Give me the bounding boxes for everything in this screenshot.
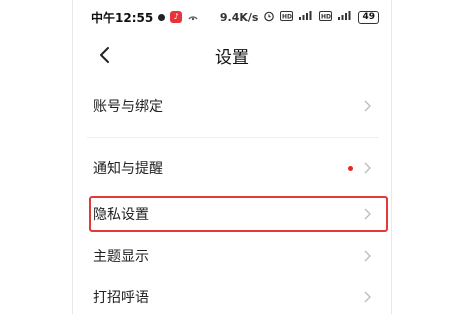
svg-text:HD: HD (282, 14, 292, 21)
hd-icon: HD (280, 10, 294, 24)
status-bar-right: 9.4K/s HD HD 49 (220, 10, 379, 25)
settings-item-account-binding[interactable]: 账号与绑定 (87, 90, 379, 122)
status-bar-left: 中午12:55 ♪ (91, 9, 199, 26)
chevron-right-icon (361, 162, 373, 174)
settings-item-label: 通知与提醒 (93, 161, 163, 177)
chevron-right-icon (361, 100, 373, 112)
divider (87, 137, 379, 138)
phone-screen: 中午12:55 ♪ 9.4K/s HD HD 49 设置 账号与绑定 通知与提醒… (72, 0, 392, 314)
settings-item-label: 账号与绑定 (93, 99, 163, 115)
chevron-right-icon (361, 208, 373, 220)
hd-icon-2: HD (319, 10, 333, 24)
settings-item-privacy[interactable]: 隐私设置 (87, 198, 379, 230)
status-time: 中午12:55 (91, 10, 154, 25)
chevron-right-icon (361, 291, 373, 303)
settings-item-label: 主题显示 (93, 249, 149, 265)
settings-item-label: 隐私设置 (93, 207, 149, 223)
settings-item-label: 打招呼语 (93, 290, 149, 306)
app-notification-icon: ♪ (170, 11, 183, 23)
svg-text:HD: HD (321, 14, 331, 21)
chevron-right-icon (361, 250, 373, 262)
back-button[interactable] (93, 44, 115, 66)
signal-icon-2 (337, 10, 353, 24)
navigation-bar: 设置 (73, 34, 391, 76)
back-arrow-icon (100, 47, 109, 63)
hotspot-icon (187, 11, 199, 24)
row-right (348, 162, 373, 174)
battery-icon: 49 (358, 10, 379, 24)
network-speed: 9.4K/s (219, 10, 259, 24)
unread-dot-icon (348, 165, 353, 171)
settings-item-greeting[interactable]: 打招呼语 (87, 282, 379, 312)
alarm-icon (263, 10, 275, 25)
settings-item-theme[interactable]: 主题显示 (87, 240, 379, 272)
page-title: 设置 (215, 47, 249, 68)
notification-dot-icon (158, 13, 166, 21)
status-bar: 中午12:55 ♪ 9.4K/s HD HD 49 (73, 0, 391, 34)
signal-icon (298, 10, 314, 24)
settings-item-notifications[interactable]: 通知与提醒 (87, 152, 379, 184)
